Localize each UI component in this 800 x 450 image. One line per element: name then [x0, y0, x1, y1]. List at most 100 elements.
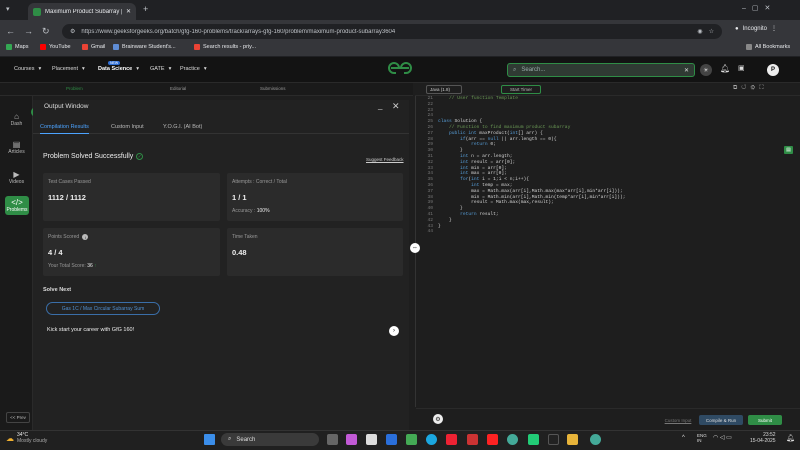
nav-practice[interactable]: Practice ▾: [180, 66, 207, 72]
clear-search-icon[interactable]: ✕: [684, 67, 689, 74]
gmail-icon: [82, 44, 88, 50]
bookmark-gmail[interactable]: Gmail: [82, 44, 105, 50]
clock[interactable]: 23:52 15-04-2025: [750, 432, 776, 444]
url-text[interactable]: https://www.geeksforgeeks.org/batch/gfg-…: [81, 29, 691, 35]
chrome-icon[interactable]: [507, 434, 518, 445]
theme-toggle-icon[interactable]: ☀: [700, 64, 712, 76]
weather-icon: ☁: [6, 433, 14, 443]
apps-icon[interactable]: ▣: [738, 64, 745, 72]
file-explorer-icon[interactable]: [567, 434, 578, 445]
app-icon[interactable]: [548, 434, 559, 445]
output-window-title: Output Window: [44, 103, 89, 110]
language-select[interactable]: Java (1.8): [426, 85, 462, 94]
copilot-icon[interactable]: [346, 434, 357, 445]
chevron-up-icon[interactable]: ^: [682, 435, 685, 441]
editor-tool-icons[interactable]: ⧉↺⚙⛶: [733, 85, 767, 92]
tab-problem[interactable]: Problem: [66, 86, 83, 91]
incognito-label: Incognito: [742, 25, 767, 32]
edge-icon[interactable]: [426, 434, 437, 445]
code-icon: </>: [11, 198, 23, 207]
attempts-card: Attempts : Correct / Total 1 / 1 Accurac…: [227, 173, 403, 221]
app-icon[interactable]: [446, 434, 457, 445]
window-controls[interactable]: –▢✕: [742, 4, 776, 12]
site-info-icon[interactable]: ⚙: [70, 28, 75, 35]
close-icon[interactable]: ✕: [392, 101, 400, 112]
attempts-value: 1 / 1: [232, 193, 247, 202]
language-indicator[interactable]: ENG IN: [697, 433, 707, 443]
windows-start-icon[interactable]: [204, 434, 215, 445]
whatsapp-icon[interactable]: [528, 434, 539, 445]
app-icon[interactable]: [406, 434, 417, 445]
nav-gate[interactable]: GATE ▾: [150, 66, 171, 72]
taskbar-search[interactable]: ⌕ Search: [221, 433, 319, 446]
browser-tab[interactable]: Maximum Product Subarray | P ✕: [28, 3, 136, 20]
rail-videos[interactable]: ▶ Videos: [0, 170, 33, 185]
chevron-down-icon: ▾: [82, 66, 85, 72]
start-timer-button[interactable]: Start Timer: [501, 85, 541, 94]
wifi-volume-battery-icons[interactable]: ◠ ◁ ▭: [713, 434, 732, 441]
bookmark-search-results[interactable]: Search results - priy...: [194, 44, 256, 50]
submit-button[interactable]: Submit: [748, 415, 782, 425]
avatar[interactable]: P: [767, 64, 779, 76]
next-problem-link[interactable]: Gas 1C / Max Circular Subarray Sum: [46, 302, 160, 315]
compile-run-button[interactable]: Compile & Run: [699, 415, 743, 425]
rail-dash[interactable]: ⌂ Dash: [0, 112, 33, 127]
bookmark-star-icon[interactable]: ☆: [709, 28, 714, 35]
bookmark-brainware[interactable]: Brainware Student's...: [113, 44, 176, 50]
settings-gear-icon[interactable]: ⚙: [433, 414, 443, 424]
incognito-indicator[interactable]: ● Incognito ⋮: [735, 25, 777, 33]
notification-bell-icon[interactable]: 🔔︎: [786, 434, 795, 442]
site-search[interactable]: ⌕ Search... ✕: [507, 63, 695, 77]
search-input[interactable]: Search...: [521, 67, 679, 73]
back-icon[interactable]: ←: [6, 26, 15, 36]
calendar-icon[interactable]: [366, 434, 377, 445]
menu-dots-icon[interactable]: ⋮: [771, 25, 777, 32]
tab-submissions[interactable]: Submissions: [260, 86, 286, 91]
tab-compilation-results[interactable]: Compilation Results: [40, 124, 89, 134]
points-value: 4 / 4: [48, 248, 63, 257]
code-line[interactable]: [438, 229, 625, 235]
new-tab-icon[interactable]: +: [143, 4, 148, 14]
youtube-icon[interactable]: [487, 434, 498, 445]
resize-handle-icon[interactable]: ⇔: [410, 243, 420, 253]
suggest-feedback-link[interactable]: Suggest Feedback: [366, 157, 404, 162]
chrome-icon[interactable]: [590, 434, 601, 445]
all-bookmarks[interactable]: All Bookmarks: [746, 44, 790, 50]
test-cases-card: Test Cases Passed 1112 / 1112: [43, 173, 220, 221]
nav-data-science[interactable]: Data Science ▾: [98, 66, 139, 72]
prev-button[interactable]: << Prev: [6, 412, 30, 423]
bell-icon[interactable]: 🔔︎: [720, 64, 730, 73]
tab-editorial[interactable]: Editorial: [170, 86, 186, 91]
tab-custom-input[interactable]: Custom Input: [111, 124, 144, 130]
code-content[interactable]: // User function Template class Solution …: [438, 96, 625, 235]
nav-courses[interactable]: Courses ▾: [14, 66, 41, 72]
eye-off-icon[interactable]: ◉: [697, 28, 702, 35]
app-icon[interactable]: [467, 434, 478, 445]
tab-search-icon[interactable]: ▾: [6, 5, 10, 13]
test-cases-value: 1112 / 1112: [48, 193, 86, 202]
task-view-icon[interactable]: [327, 434, 338, 445]
weather-widget[interactable]: ☁ 34°C Mostly cloudy: [6, 432, 47, 444]
bookmark-youtube[interactable]: YouTube: [40, 44, 71, 50]
tab-close-icon[interactable]: ✕: [126, 8, 131, 15]
rail-problems[interactable]: </> Problems: [5, 196, 29, 215]
rail-articles[interactable]: ▤ Articles: [0, 140, 33, 155]
mail-icon[interactable]: [386, 434, 397, 445]
forward-icon[interactable]: →: [24, 26, 33, 36]
address-bar[interactable]: ⚙ https://www.geeksforgeeks.org/batch/gf…: [62, 24, 722, 39]
status-text: Problem Solved Successfully: [43, 153, 134, 160]
reload-icon[interactable]: ↻: [42, 26, 50, 37]
tab-title: Maximum Product Subarray | P: [45, 8, 122, 15]
new-badge: NEW: [108, 61, 121, 65]
chat-icon[interactable]: ▤: [784, 146, 793, 154]
arrow-right-icon[interactable]: ›: [389, 326, 399, 336]
nav-placement[interactable]: Placement ▾: [52, 66, 85, 72]
brainware-icon: [113, 44, 119, 50]
chevron-down-icon: ▾: [38, 66, 42, 72]
minimize-icon[interactable]: _: [378, 101, 382, 110]
time-card: Time Taken 0.48: [227, 228, 403, 276]
custom-input-button[interactable]: Custom Input: [660, 415, 696, 425]
gfg-logo[interactable]: [388, 62, 412, 77]
tab-yogi-bot[interactable]: Y.O.G.I. (AI Bot): [163, 124, 202, 130]
bookmark-maps[interactable]: Maps: [6, 44, 28, 50]
